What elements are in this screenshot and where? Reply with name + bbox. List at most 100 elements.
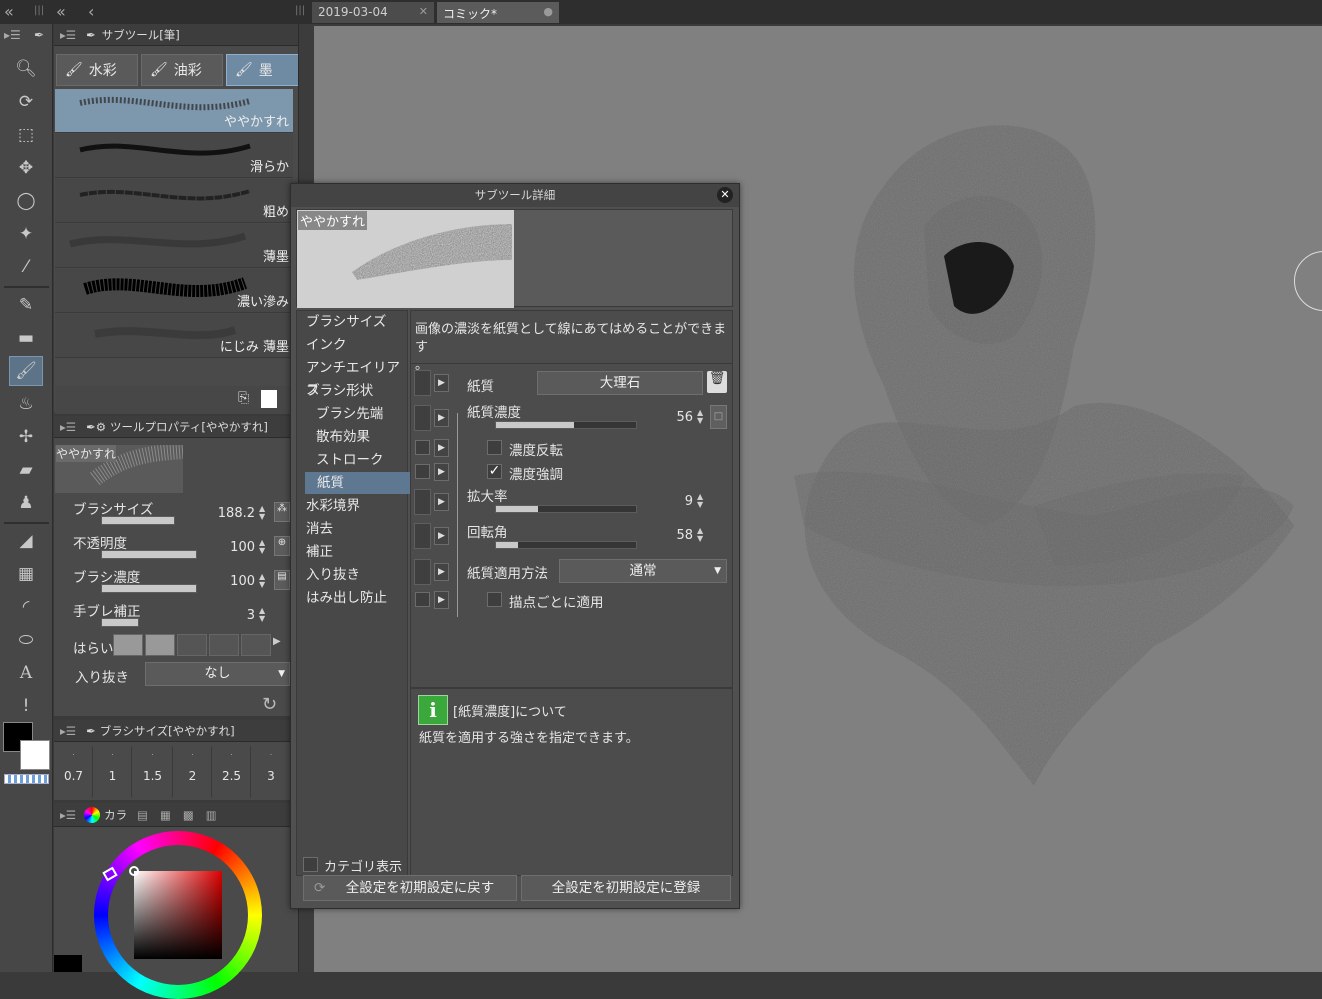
pressure-toggle[interactable] <box>414 489 431 515</box>
category-item[interactable]: 消去 <box>306 518 333 540</box>
zoom-tool-icon[interactable]: 🔍︎ <box>9 54 43 84</box>
density-emphasize-checkbox[interactable]: ✓ <box>487 464 502 479</box>
color-set-icon[interactable]: ▩ <box>183 808 194 822</box>
close-icon[interactable]: ✕ <box>717 187 733 203</box>
category-item[interactable]: 散布効果 <box>316 426 370 448</box>
density-slider[interactable] <box>101 584 197 593</box>
spinner-icon[interactable]: ▲ ▼ <box>259 505 265 521</box>
spinner-icon[interactable]: ▲ ▼ <box>697 493 703 509</box>
texture-icon[interactable]: ▤ <box>274 570 290 590</box>
brush-size-preset[interactable]: · 1 <box>94 746 132 798</box>
brush-size-preset[interactable]: · 3 <box>252 746 290 798</box>
harai-swatch[interactable] <box>145 634 175 656</box>
property-value[interactable]: 100 <box>203 574 255 589</box>
scale-value[interactable]: 9 <box>651 494 693 509</box>
decoration-tool-icon[interactable]: ✢ <box>9 422 43 452</box>
gradient-tool-icon[interactable]: ▦ <box>9 559 43 589</box>
eraser-tool-icon[interactable]: ▰ <box>9 455 43 485</box>
category-item[interactable]: ブラシサイズ <box>306 311 386 333</box>
panel-back-icon[interactable]: ‹ <box>88 2 94 21</box>
color-marker[interactable] <box>129 866 139 876</box>
fill-tool-icon[interactable]: ◢ <box>9 526 43 556</box>
brush-size-preset[interactable]: · 2 <box>174 746 212 798</box>
frame-border-tool-icon[interactable]: ◜ <box>9 592 43 622</box>
panel-collapse-icon[interactable]: « <box>56 2 66 21</box>
brush-item[interactable]: ややかすれ <box>55 89 293 133</box>
property-row-brush-size[interactable]: ブラシサイズ 188.2 ▲ ▼ ⁂ <box>55 496 290 530</box>
harai-swatch[interactable] <box>177 634 207 656</box>
expand-icon[interactable]: ▶ <box>434 409 449 427</box>
density-invert-checkbox[interactable] <box>487 440 502 455</box>
row-toggle[interactable] <box>415 592 430 607</box>
eyedropper-tool-icon[interactable]: ⁄ <box>9 252 43 282</box>
row-toggle[interactable] <box>415 464 430 479</box>
move-layer-tool-icon[interactable]: ✥ <box>9 153 43 183</box>
harai-swatch[interactable] <box>241 634 271 656</box>
harai-swatch[interactable] <box>113 634 143 656</box>
per-point-checkbox[interactable] <box>487 592 502 607</box>
category-item[interactable]: ストローク <box>316 449 384 471</box>
brush-tab-watercolor[interactable]: 🖌︎ 水彩 <box>56 54 138 86</box>
text-tool-icon[interactable]: A <box>9 658 43 688</box>
brush-item[interactable]: 濃い滲み <box>55 269 293 313</box>
property-row-opacity[interactable]: 不透明度 100 ▲ ▼ ⊕ <box>55 530 290 564</box>
expand-icon[interactable]: ▶ <box>434 563 449 581</box>
density-slider[interactable] <box>495 421 637 429</box>
pen-tool-icon[interactable]: ✎ <box>9 290 43 320</box>
menu-icon[interactable]: ▸☰ <box>60 808 76 822</box>
airbrush-tool-icon[interactable]: ♨ <box>9 389 43 419</box>
category-item[interactable]: ブラシ先端 <box>316 403 383 425</box>
category-item[interactable]: インク <box>306 334 347 356</box>
brush-size-preset[interactable]: · 2.5 <box>213 746 251 798</box>
category-item[interactable]: 補正 <box>306 541 333 563</box>
row-toggle[interactable] <box>415 440 430 455</box>
expand-right-icon[interactable]: ▶ <box>273 636 281 647</box>
saturation-value-square[interactable] <box>134 871 222 959</box>
register-defaults-button[interactable]: 全設定を初期設定に登録 <box>521 875 731 901</box>
copy-subtool-icon[interactable]: ⎘ <box>238 390 249 406</box>
brush-size-slider[interactable] <box>101 516 175 525</box>
selection-tool-icon[interactable]: ◯ <box>9 186 43 216</box>
figure-tool-icon[interactable]: ⬭ <box>9 625 43 655</box>
brush-item[interactable]: 粗め <box>55 179 293 223</box>
spinner-icon[interactable]: ▲ ▼ <box>259 539 265 555</box>
brush-tab-oil[interactable]: 🖌︎ 油彩 <box>141 54 223 86</box>
property-value[interactable]: 100 <box>203 540 255 555</box>
harai-swatch[interactable] <box>209 634 239 656</box>
collapse-left-icon[interactable]: « <box>4 2 14 21</box>
pressure-toggle[interactable] <box>414 370 431 396</box>
correct-line-tool-icon[interactable]: ǃ <box>9 691 43 721</box>
color-history-icon[interactable]: ▥ <box>206 808 217 822</box>
spinner-icon[interactable]: ▲ ▼ <box>697 527 703 543</box>
operation-tool-icon[interactable]: ⬚ <box>9 120 43 150</box>
property-row-stabilization[interactable]: 手ブレ補正 3 ▲ ▼ <box>55 598 290 632</box>
paper-texture-select[interactable]: 大理石 <box>537 371 703 395</box>
category-item-selected[interactable]: 紙質 <box>305 472 411 494</box>
tab-document-2[interactable]: コミック* ● <box>437 2 559 23</box>
pressure-icon[interactable]: ⊕ <box>274 536 290 556</box>
approximate-color-icon[interactable]: ▦ <box>160 808 171 822</box>
opacity-slider[interactable] <box>101 550 197 559</box>
artwork-image[interactable] <box>734 86 1322 826</box>
brush-size-preset[interactable]: · 1.5 <box>133 746 173 798</box>
link-toggle-icon[interactable]: □ <box>710 405 727 429</box>
category-display-checkbox[interactable] <box>303 857 318 872</box>
menu-icon[interactable]: ▸☰ <box>60 28 76 42</box>
expand-icon[interactable]: ▶ <box>434 374 449 392</box>
auto-select-tool-icon[interactable]: ✦ <box>9 219 43 249</box>
expand-icon[interactable]: ▶ <box>434 527 449 545</box>
rotate-tool-icon[interactable]: ⟳ <box>9 87 43 117</box>
intermediate-color-icon[interactable]: ▤ <box>137 808 148 822</box>
new-subtool-icon[interactable] <box>261 390 277 408</box>
expand-icon[interactable]: ▶ <box>434 439 449 457</box>
menu-icon[interactable]: ▸☰ <box>4 28 21 42</box>
scale-slider[interactable] <box>495 505 637 513</box>
brush-size-preset[interactable]: · 0.7 <box>55 746 93 798</box>
property-row-brush-density[interactable]: ブラシ濃度 100 ▲ ▼ ▤ <box>55 564 290 598</box>
spinner-icon[interactable]: ▲ ▼ <box>697 409 703 425</box>
spinner-icon[interactable]: ▲ ▼ <box>259 573 265 589</box>
category-item[interactable]: 入り抜き <box>306 564 360 586</box>
color-tab-label[interactable]: カラ <box>104 807 127 823</box>
property-value[interactable]: 188.2 <box>203 506 255 521</box>
tab-document-1[interactable]: 2019-03-04 ✕ <box>312 2 434 23</box>
